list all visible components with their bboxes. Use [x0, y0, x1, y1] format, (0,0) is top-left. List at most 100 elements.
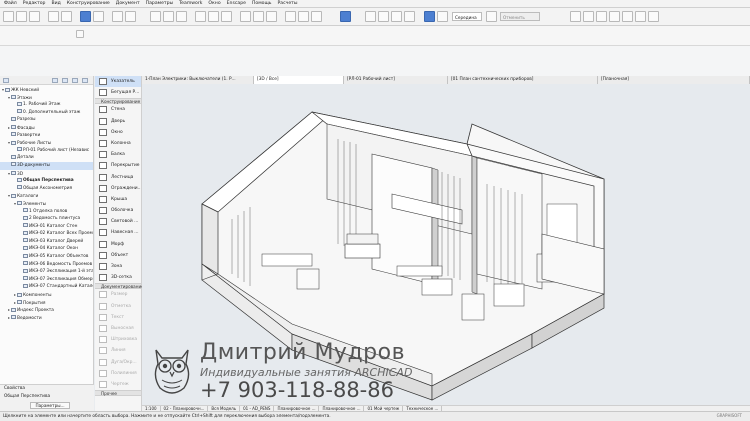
tree-item[interactable]: ▾ Каталоги [0, 192, 93, 200]
tool-item[interactable]: Перекрытие [95, 160, 141, 171]
tool-item[interactable]: Стена [95, 104, 141, 115]
section-icon[interactable] [221, 11, 232, 22]
tree-item[interactable]: ▾ Рабочие Листы [0, 139, 93, 147]
prev-icon[interactable] [486, 11, 497, 22]
redo-icon[interactable] [61, 11, 72, 22]
check-icon[interactable] [365, 11, 376, 22]
menu-item[interactable]: Enscape [227, 1, 246, 6]
tree-item[interactable]: 2 Ведомость плинтуса [0, 215, 93, 223]
tree-item[interactable]: ИКЭ-07 Экспликация Обмеры [0, 276, 93, 284]
tree-item[interactable]: ▾ 3D [0, 170, 93, 178]
menu-item[interactable]: Окно [208, 1, 220, 6]
tool-item[interactable]: Оболочка [95, 205, 141, 216]
tree-item[interactable]: 3D-документы [0, 161, 93, 170]
tool-item[interactable]: Навесная ... [95, 227, 141, 238]
view-tab[interactable]: [3D / Все] [254, 76, 344, 84]
tool-item[interactable]: Зона [95, 261, 141, 272]
tool-item[interactable]: Выносная [95, 323, 141, 334]
menu-item[interactable]: Расчеты [278, 1, 298, 6]
tree-item[interactable]: ▾ ЖК Невский [0, 86, 93, 94]
magic-wand-icon[interactable] [125, 11, 136, 22]
undo-button[interactable]: Отменить [500, 12, 540, 21]
menu-item[interactable]: Конструирование [67, 1, 110, 6]
enscape-window-icon[interactable] [596, 11, 607, 22]
tree-item[interactable]: Развертки [0, 132, 93, 140]
tree-item[interactable]: 1. Рабочий Этаж [0, 101, 93, 109]
toolbox-section-header[interactable]: Прочее [95, 390, 141, 397]
tool-item[interactable]: Штриховка [95, 334, 141, 345]
menu-item[interactable]: Помощь [252, 1, 272, 6]
tree-item[interactable]: ИКЭ-01 Каталог Стен [0, 223, 93, 231]
view-tab[interactable]: [РЛ-01 Рабочий лист] [344, 76, 448, 84]
tool-item[interactable]: Объект [95, 250, 141, 261]
tool-item[interactable]: Размер [95, 289, 141, 300]
pan-icon[interactable] [195, 11, 206, 22]
tool-item[interactable]: Дуга/Окр... [95, 357, 141, 368]
sun-icon[interactable] [311, 11, 322, 22]
tool-item[interactable]: Бегущая Р... [95, 87, 141, 98]
tree-item[interactable]: 0. Дополнительный этаж [0, 109, 93, 117]
tree-item[interactable]: ИКЭ-07 Экспликация 1-й этаж [0, 268, 93, 276]
align-icon[interactable] [340, 11, 351, 22]
layer-selector[interactable]: Середина [452, 12, 482, 21]
tool-item[interactable]: Указатель [95, 76, 141, 88]
new-file-icon[interactable] [3, 11, 14, 22]
open-file-icon[interactable] [16, 11, 27, 22]
tool-item[interactable]: Отметка [95, 301, 141, 312]
tool-item[interactable]: Световой ... [95, 216, 141, 227]
tree-item[interactable]: ▸ Ведомости [0, 314, 93, 322]
tree-item[interactable]: ИКЭ-07 Стандартный Каталог [0, 283, 93, 291]
tool-item[interactable]: Текст [95, 312, 141, 323]
tree-item[interactable]: ▸ Фасады [0, 124, 93, 132]
tool-item[interactable]: Чертеж [95, 379, 141, 390]
pointer-tool-icon[interactable] [80, 11, 91, 22]
view-map-icon[interactable] [52, 78, 58, 83]
navigator-menu-icon[interactable] [82, 78, 88, 83]
fit-window-icon[interactable] [176, 11, 187, 22]
tree-item[interactable]: Детали [0, 154, 93, 162]
tool-item[interactable]: Ограждени... [95, 183, 141, 194]
tree-item[interactable]: ▾ Этажи [0, 94, 93, 102]
tool-item[interactable]: Окно [95, 127, 141, 138]
3d-view-icon[interactable] [285, 11, 296, 22]
tree-item[interactable]: РЛ-01 Рабочий лист (Независ [0, 147, 93, 155]
save-icon[interactable] [29, 11, 40, 22]
grid-snap-icon[interactable] [424, 11, 435, 22]
tree-item[interactable]: ИКЭ-06 Ведомость Проемов [0, 261, 93, 269]
tool-item[interactable]: Балка [95, 149, 141, 160]
tree-item[interactable]: Общая Перспектива [0, 177, 93, 185]
layout-book-icon[interactable] [62, 78, 68, 83]
arc-tool-icon[interactable] [391, 11, 402, 22]
zoom-out-icon[interactable] [163, 11, 174, 22]
snap-icon[interactable] [112, 11, 123, 22]
tree-item[interactable]: ▾ Элементы [0, 200, 93, 208]
menu-item[interactable]: Файл [4, 1, 17, 6]
tree-item[interactable]: ИКЭ-05 Каталог Объектов [0, 253, 93, 261]
enscape-sync-icon[interactable] [583, 11, 594, 22]
menu-item[interactable]: Редактор [23, 1, 46, 6]
tree-item[interactable]: Разрезы [0, 116, 93, 124]
info-arrow-icon[interactable] [76, 30, 84, 38]
menu-item[interactable]: Документ [116, 1, 140, 6]
render-icon[interactable] [253, 11, 264, 22]
menu-item[interactable]: Параметры [146, 1, 174, 6]
guide-lines-icon[interactable] [437, 11, 448, 22]
enscape-assets-icon[interactable] [648, 11, 659, 22]
line-tool-icon[interactable] [378, 11, 389, 22]
tool-item[interactable]: Линия [95, 345, 141, 356]
tool-item[interactable]: Дверь [95, 116, 141, 127]
enscape-export-icon[interactable] [609, 11, 620, 22]
tree-item[interactable]: ▸ Компоненты [0, 291, 93, 299]
zoom-in-icon[interactable] [150, 11, 161, 22]
publisher-icon[interactable] [72, 78, 78, 83]
tree-item[interactable]: ▸ Покрытия [0, 299, 93, 307]
menu-item[interactable]: Teamwork [179, 1, 202, 6]
menu-item[interactable]: Вид [51, 1, 60, 6]
params-button[interactable]: Параметры... [30, 402, 70, 409]
project-map-icon[interactable] [3, 78, 9, 83]
tool-item[interactable]: Крыша [95, 194, 141, 205]
tool-item[interactable]: 3D-сетка [95, 272, 141, 283]
layers-icon[interactable] [240, 11, 251, 22]
enscape-settings-icon[interactable] [622, 11, 633, 22]
rotate-icon[interactable] [404, 11, 415, 22]
